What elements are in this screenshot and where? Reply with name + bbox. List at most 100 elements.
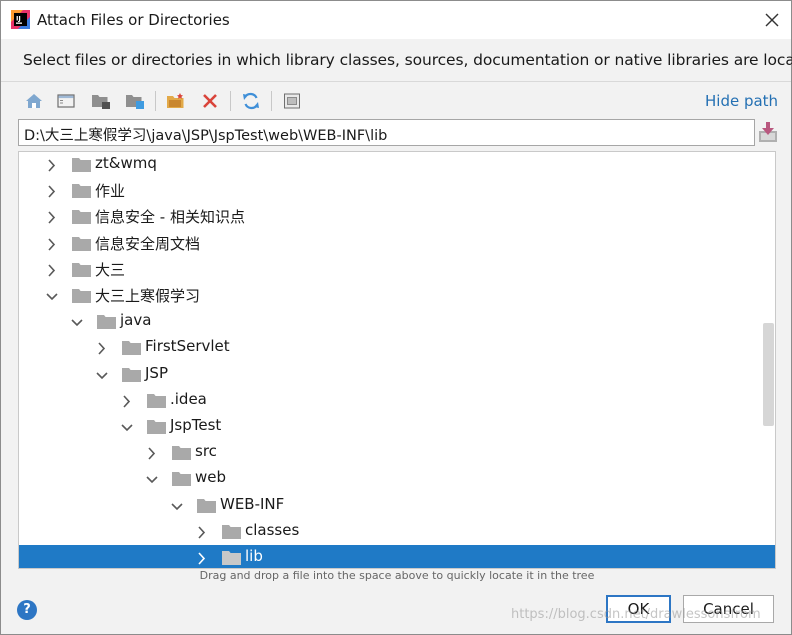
tree-node-label: JSP — [145, 363, 168, 382]
folder-icon — [122, 340, 141, 356]
tree-row[interactable]: 大三 — [19, 257, 775, 283]
refresh-button[interactable] — [239, 89, 263, 113]
file-tree[interactable]: zt&wmq 作业信息安全 - 相关知识点 信息安全周文档 大三大三上寒假学习 java… — [18, 151, 776, 569]
expand-arrow-right-icon[interactable] — [46, 263, 58, 277]
tree-node-label: lib — [245, 547, 263, 565]
tree-row[interactable]: 作业 — [19, 178, 775, 204]
show-hidden-button[interactable] — [280, 89, 304, 113]
intellij-app-icon: IJ — [11, 10, 30, 29]
home-directory-button[interactable] — [22, 89, 46, 113]
tree-row[interactable]: zt&wmq — [19, 152, 775, 178]
expand-arrow-down-icon[interactable] — [171, 499, 183, 513]
tree-node-label: 大三 — [95, 260, 126, 279]
expand-arrow-right-icon[interactable] — [46, 184, 58, 198]
tree-node-label: 信息安全 - 相关知识点 — [95, 208, 245, 227]
expand-arrow-right-icon[interactable] — [96, 341, 108, 355]
folder-icon — [197, 498, 216, 513]
expand-arrow-right-icon[interactable] — [46, 210, 58, 224]
tree-node-label: java — [120, 311, 152, 330]
folder-icon — [72, 157, 91, 172]
close-icon[interactable] — [757, 5, 787, 35]
tree-row[interactable]: .idea — [19, 388, 775, 414]
path-history-icon[interactable] — [758, 121, 778, 143]
dialog-title: Attach Files or Directories — [37, 11, 230, 29]
cancel-button[interactable]: Cancel — [683, 595, 774, 623]
folder-icon — [122, 367, 141, 382]
desktop-icon — [57, 94, 75, 108]
tree-row[interactable]: 信息安全周文档 — [19, 231, 775, 257]
expand-arrow-right-icon[interactable] — [46, 237, 58, 251]
tree-row[interactable]: 信息安全 - 相关知识点 — [19, 204, 775, 230]
delete-icon — [203, 94, 217, 108]
folder-icon — [222, 524, 241, 539]
help-button[interactable]: ? — [17, 600, 37, 620]
module-directory-button[interactable] — [123, 89, 147, 113]
project-folder-icon — [92, 95, 110, 109]
folder-icon — [72, 183, 91, 199]
dialog-description: Select files or directories in which lib… — [23, 51, 792, 69]
expand-arrow-right-icon[interactable] — [121, 394, 133, 408]
folder-icon — [172, 445, 191, 461]
expand-arrow-down-icon[interactable] — [46, 289, 58, 303]
tree-node-label: src — [195, 442, 217, 461]
expand-arrow-down-icon[interactable] — [146, 472, 158, 486]
tree-node-label: web — [195, 468, 227, 487]
title-bar: IJ Attach Files or Directories — [1, 1, 791, 39]
project-directory-button[interactable] — [89, 89, 113, 113]
folder-icon — [172, 471, 191, 487]
folder-icon — [72, 209, 91, 225]
show-hidden-icon — [284, 93, 300, 109]
expand-arrow-right-icon[interactable] — [196, 525, 208, 539]
toolbar-separator — [155, 91, 156, 111]
tree-node-label: 大三上寒假学习 — [95, 287, 201, 305]
tree-row[interactable]: WEB-INF — [19, 493, 775, 519]
tree-node-label: zt&wmq — [95, 154, 157, 172]
drag-drop-hint: Drag and drop a file into the space abov… — [199, 569, 595, 582]
svg-text:IJ: IJ — [16, 15, 21, 23]
tree-row[interactable]: java — [19, 309, 775, 335]
path-input[interactable]: D:\大三上寒假学习\java\JSP\JspTest\web\WEB-INF\… — [18, 119, 755, 146]
attach-files-dialog: IJ Attach Files or Directories Select fi… — [0, 0, 792, 635]
folder-icon — [222, 550, 241, 565]
desktop-directory-button[interactable] — [54, 89, 78, 113]
expand-arrow-right-icon[interactable] — [146, 446, 158, 460]
tree-row[interactable]: lib — [19, 545, 775, 568]
hide-path-link[interactable]: Hide path — [705, 92, 778, 110]
folder-icon — [147, 393, 166, 408]
tree-row[interactable]: classes — [19, 519, 775, 545]
expand-arrow-down-icon[interactable] — [121, 420, 133, 434]
toolbar-separator — [271, 91, 272, 111]
toolbar-separator — [230, 91, 231, 111]
tree-node-label: 信息安全周文档 — [95, 234, 201, 253]
new-folder-button[interactable] — [164, 89, 188, 113]
tree-row[interactable]: 大三上寒假学习 — [19, 283, 775, 309]
folder-icon — [72, 262, 91, 277]
folder-icon — [147, 419, 166, 434]
expand-arrow-right-icon[interactable] — [46, 158, 58, 172]
tree-node-label: 作业 — [95, 182, 126, 201]
module-folder-icon — [126, 95, 144, 109]
tree-node-label: JspTest — [170, 416, 222, 434]
new-folder-icon — [167, 93, 184, 108]
separator — [1, 81, 791, 82]
tree-row[interactable]: JSP — [19, 362, 775, 388]
refresh-icon — [243, 92, 259, 110]
home-icon — [26, 94, 42, 108]
folder-icon — [72, 236, 91, 251]
folder-icon — [72, 288, 91, 303]
tree-node-label: .idea — [170, 389, 207, 408]
expand-arrow-down-icon[interactable] — [96, 368, 108, 382]
delete-button[interactable] — [198, 89, 222, 113]
tree-row[interactable]: src — [19, 440, 775, 466]
tree-node-label: FirstServlet — [145, 337, 230, 356]
file-chooser-toolbar — [21, 89, 321, 113]
expand-arrow-right-icon[interactable] — [196, 551, 208, 565]
tree-scrollbar[interactable] — [763, 323, 774, 426]
folder-icon — [97, 314, 116, 330]
tree-row[interactable]: FirstServlet — [19, 335, 775, 361]
tree-row[interactable]: web — [19, 466, 775, 492]
expand-arrow-down-icon[interactable] — [71, 315, 83, 329]
tree-node-label: WEB-INF — [220, 494, 285, 513]
tree-row[interactable]: JspTest — [19, 414, 775, 440]
ok-button[interactable]: OK — [606, 595, 671, 623]
